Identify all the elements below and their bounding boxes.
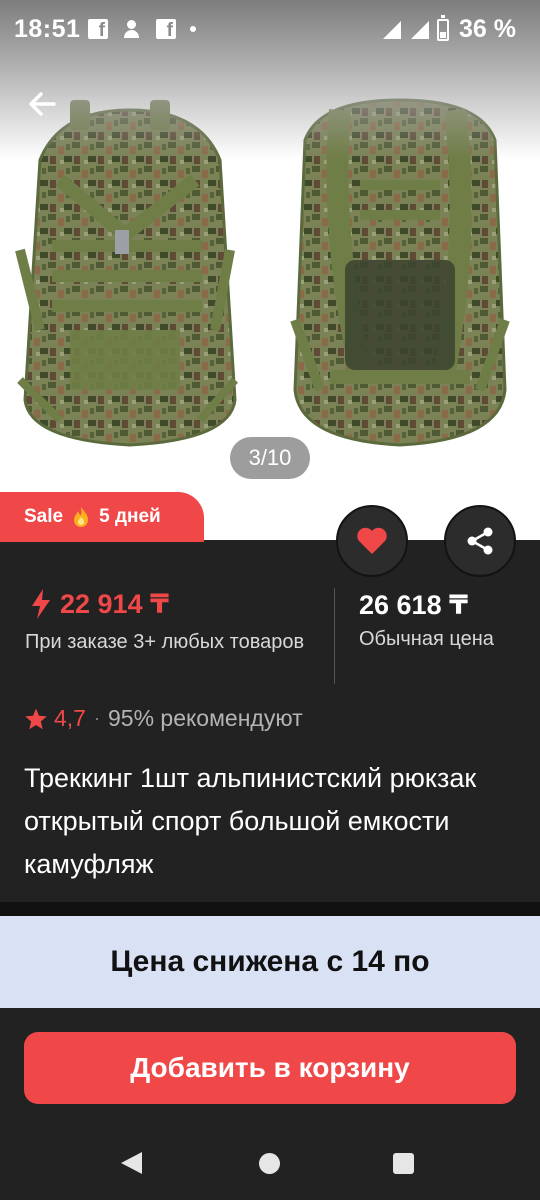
dot-icon [190, 26, 196, 32]
fire-icon [74, 507, 89, 527]
regular-price-value: 26 618 ₸ [359, 590, 468, 620]
sale-tag: Sale 5 дней [0, 492, 204, 542]
sale-price: 22 914 ₸ [30, 588, 169, 620]
sale-label: Sale [24, 506, 64, 527]
star-icon [25, 708, 47, 729]
nav-recents-icon[interactable] [393, 1153, 414, 1174]
sale-price-value: 22 914 ₸ [60, 588, 169, 619]
heart-icon [357, 527, 387, 554]
sale-price-note: При заказе 3+ любых товаров [25, 631, 305, 653]
product-title: Треккинг 1шт альпинистский рюкзак открыт… [24, 763, 477, 879]
rating-separator: · [93, 708, 100, 728]
product-gallery[interactable]: 3/10 [0, 0, 540, 540]
recommend-text: 95% рекомендуют [107, 705, 303, 731]
lightning-icon [32, 589, 50, 619]
regular-price-note: Обычная цена [359, 628, 494, 650]
facebook-icon [88, 19, 108, 42]
share-button[interactable] [444, 505, 516, 577]
rating-row[interactable]: 4,7 · 95% рекомендуют [24, 705, 303, 732]
price-reduced-banner[interactable]: Цена снижена с 14 по [0, 916, 540, 1008]
rating-value: 4,7 [54, 705, 86, 731]
notification-icons [88, 19, 196, 42]
promo-text: Цена снижена с 14 по [110, 945, 430, 978]
facebook-icon [156, 19, 176, 42]
person-add-icon [122, 19, 142, 39]
signal-icon [411, 20, 430, 39]
battery-percent: 36 % [459, 15, 516, 43]
add-to-cart-button[interactable]: Добавить в корзину [24, 1032, 516, 1104]
signal-icon [383, 20, 402, 39]
product-screen: 3/10 18:51 36 % Sale 5 дней [0, 0, 540, 1200]
sale-days: 5 дней [99, 506, 161, 527]
system-nav-bar [0, 1128, 540, 1200]
section-divider [0, 902, 540, 916]
favorite-button[interactable] [336, 505, 408, 577]
status-bar: 18:51 36 % [0, 0, 540, 60]
system-icons: 36 % [381, 14, 516, 44]
share-icon [467, 527, 493, 555]
nav-home-icon[interactable] [259, 1153, 280, 1174]
image-counter: 3/10 [230, 437, 310, 479]
status-time: 18:51 [14, 15, 81, 43]
back-arrow-icon[interactable] [22, 84, 62, 124]
add-to-cart-label: Добавить в корзину [130, 1052, 410, 1083]
price-divider [334, 588, 335, 684]
nav-back-icon[interactable] [121, 1152, 142, 1174]
battery-icon [437, 14, 450, 41]
